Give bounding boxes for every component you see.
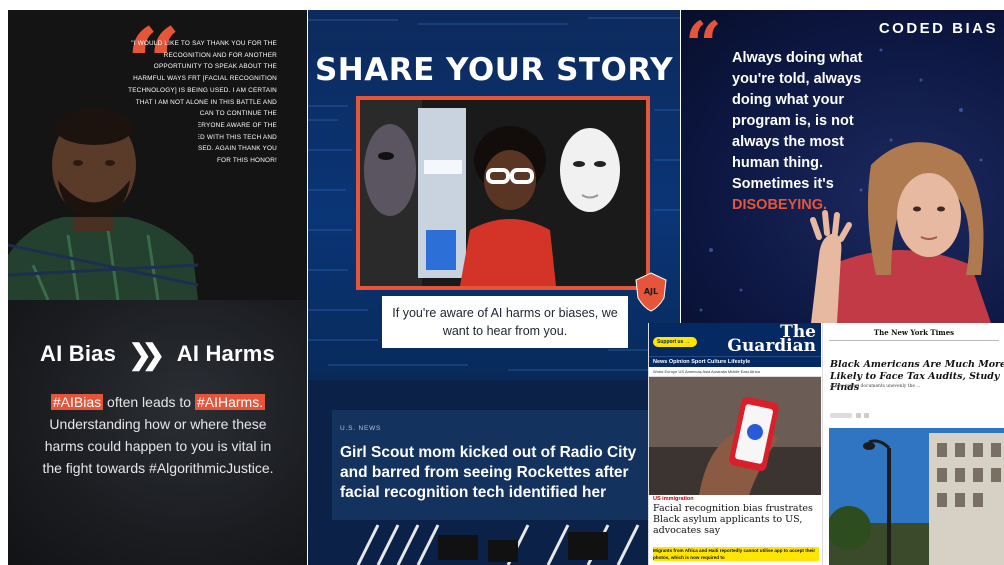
graffiti-decoration <box>348 520 648 565</box>
woman-speaking-image <box>810 142 991 323</box>
masked-woman-image <box>360 100 646 286</box>
ajl-badge-text: AJL <box>644 287 658 296</box>
nyt-photo <box>829 428 1004 565</box>
hashtag-ai-harms: #AIHarms. <box>194 394 266 410</box>
news-tile: U.S. NEWS Girl Scout mom kicked out of R… <box>308 380 648 565</box>
ai-bias-label: AI Bias <box>40 341 117 366</box>
guardian-standfirst: Migrants from Africa and Haiti reportedl… <box>653 547 819 561</box>
ai-bias-body: #AIBias often leads to #AIHarms. Underst… <box>38 391 278 479</box>
share-story-caption: If you're aware of AI harms or biases, w… <box>382 296 628 348</box>
share-tools-icons[interactable] <box>830 412 950 419</box>
share-story-tile: SHARE YOUR STORY If you're aware of AI h… <box>308 10 680 380</box>
share-story-photo <box>356 96 650 290</box>
portrait-man-image <box>8 105 198 300</box>
nyt-logo: The New York Times <box>873 328 955 337</box>
guardian-subnav[interactable]: World Europe US Americas Asia Australia … <box>649 367 821 377</box>
guardian-masthead: Support us → The Guardian <box>649 323 821 356</box>
quote-mark-icon-2: “ <box>685 10 722 83</box>
ai-harms-label: AI Harms <box>176 341 275 366</box>
guardian-kicker: US immigration <box>653 496 694 502</box>
ai-bias-heading: AI Bias ❯❯ AI Harms <box>8 338 307 371</box>
body-text-2: Understanding how or where these harms c… <box>42 416 274 476</box>
ajl-shield-icon: AJL <box>635 272 667 312</box>
share-story-title: SHARE YOUR STORY <box>314 52 674 88</box>
guardian-logo: The Guardian <box>727 324 816 356</box>
news-section-label: U.S. NEWS <box>340 425 382 432</box>
guardian-headline[interactable]: Facial recognition bias frustrates Black… <box>653 503 821 536</box>
hashtag-ai-bias: #AIBias <box>50 394 104 410</box>
news-card: U.S. NEWS Girl Scout mom kicked out of R… <box>332 410 648 520</box>
guardian-logo-name: Guardian <box>727 336 816 356</box>
coded-bias-brand: CODED BIAS <box>878 20 998 37</box>
guardian-photo <box>649 377 821 495</box>
guardian-article-tile: Support us → The Guardian News Opinion S… <box>648 323 821 565</box>
support-us-button[interactable]: Support us → <box>653 337 697 347</box>
news-headline: Girl Scout mom kicked out of Radio City … <box>340 444 637 501</box>
nyt-article-tile: The New York Times Black Americans Are M… <box>822 323 1004 565</box>
phone-app-image <box>649 377 821 495</box>
double-chevron-icon: ❯❯ <box>128 339 165 370</box>
nyt-divider <box>829 340 999 341</box>
coded-bias-tile: CODED BIAS “ Always doing what you're to… <box>681 10 1004 323</box>
guardian-nav[interactable]: News Opinion Sport Culture Lifestyle <box>649 356 821 367</box>
nyt-dek: A new report documents unevenly the ... <box>830 384 921 389</box>
streetlamp-building-image <box>829 428 1004 565</box>
ai-bias-tile: AI Bias ❯❯ AI Harms #AIBias often leads … <box>8 300 307 565</box>
quote-tile: “ "I would like to say thank you for the… <box>8 10 307 300</box>
body-text-1: often leads to <box>103 394 195 410</box>
